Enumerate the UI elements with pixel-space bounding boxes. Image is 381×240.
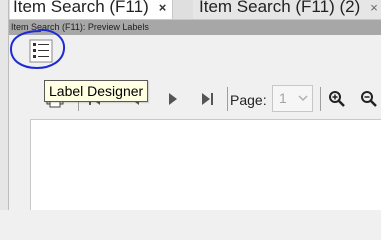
label-designer-icon <box>29 39 53 63</box>
page-value: 1 <box>279 90 287 106</box>
page-label: Page: <box>230 92 267 108</box>
window-title: Item Search (F11): Preview Labels <box>9 20 381 35</box>
next-page-icon <box>169 93 177 105</box>
toolbar-divider <box>320 87 321 111</box>
tab-item-search[interactable]: Item Search (F11) × <box>10 0 174 19</box>
zoom-out-button[interactable] <box>358 88 380 110</box>
zoom-in-icon <box>329 91 345 107</box>
tab-close-icon[interactable]: × <box>159 0 167 15</box>
page-select[interactable]: 1 <box>272 85 313 112</box>
label-designer-tooltip: Label Designer <box>44 80 149 102</box>
label-designer-button[interactable] <box>27 37 55 65</box>
tab-close-icon[interactable]: × <box>370 0 378 15</box>
zoom-out-icon <box>361 91 377 107</box>
tab-label: Item Search (F11) <box>13 0 149 16</box>
left-panel-edge <box>0 0 9 210</box>
tab-label: Item Search (F11) (2) <box>199 0 361 16</box>
toolbar-divider <box>227 87 228 111</box>
tab-item-search-2[interactable]: Item Search (F11) (2) × <box>193 0 381 19</box>
zoom-in-button[interactable] <box>326 88 348 110</box>
chevron-down-icon <box>298 95 308 102</box>
last-page-button[interactable] <box>196 88 218 110</box>
tab-strip: Item Search (F11) × Item Search (F11) (2… <box>9 0 381 20</box>
last-page-icon <box>202 93 213 105</box>
label-preview-area[interactable] <box>30 119 381 210</box>
next-page-button[interactable] <box>162 88 184 110</box>
